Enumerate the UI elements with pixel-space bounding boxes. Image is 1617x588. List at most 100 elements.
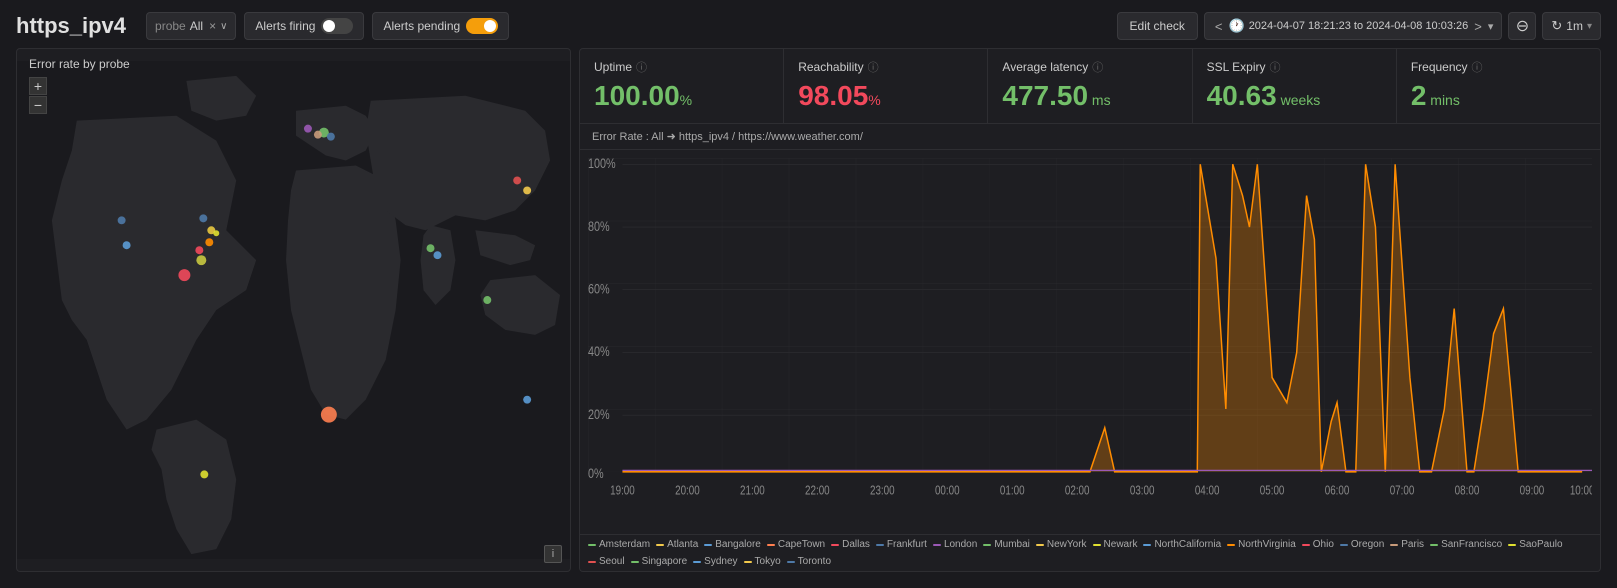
legend-label: NewYork — [1047, 539, 1087, 550]
metrics-row: Uptime ⓘ 100.00% Reachability ⓘ 98.05% A — [579, 48, 1601, 124]
legend-color-dot — [704, 544, 712, 546]
metric-frequency-label: Frequency — [1411, 60, 1468, 74]
toolbar-right: Edit check < 🕐 2024-04-07 18:21:23 to 20… — [1117, 12, 1601, 40]
world-map — [17, 49, 570, 571]
page-title: https_ipv4 — [16, 13, 126, 39]
right-panel: Uptime ⓘ 100.00% Reachability ⓘ 98.05% A — [579, 48, 1601, 572]
legend-label: SanFrancisco — [1441, 539, 1502, 550]
alerts-pending-toggle[interactable] — [466, 18, 498, 34]
svg-text:10:00: 10:00 — [1570, 484, 1592, 497]
chart-title: Error Rate : All ➜ https_ipv4 / https://… — [580, 124, 1600, 150]
refresh-interval: 1m — [1566, 19, 1583, 33]
metric-latency: Average latency ⓘ 477.50 ms — [988, 49, 1192, 123]
legend-item: Frankfurt — [876, 539, 927, 550]
legend-item: Dallas — [831, 539, 870, 550]
metric-latency-header: Average latency ⓘ — [1002, 59, 1177, 75]
legend-item: Oregon — [1340, 539, 1384, 550]
probe-filter-value: All — [190, 19, 203, 33]
legend-item: Bangalore — [704, 539, 761, 550]
metric-uptime-value: 100.00% — [594, 79, 769, 113]
filter-bar: probe All × ∨ Alerts firing Alerts pendi… — [146, 12, 1601, 40]
refresh-button[interactable]: ↻ 1m ▾ — [1542, 12, 1601, 40]
probe-filter-dropdown[interactable]: ∨ — [220, 21, 227, 32]
svg-text:01:00: 01:00 — [1000, 484, 1025, 497]
prev-time-button[interactable]: < — [1213, 19, 1225, 34]
legend-item: Newark — [1093, 539, 1138, 550]
header: https_ipv4 probe All × ∨ Alerts firing A… — [0, 0, 1617, 48]
metric-reachability-unit: % — [868, 92, 880, 108]
time-range-display: 2024-04-07 18:21:23 to 2024-04-08 10:03:… — [1249, 20, 1469, 32]
legend-label: NorthVirginia — [1238, 539, 1296, 550]
svg-text:02:00: 02:00 — [1065, 484, 1090, 497]
legend-item: Paris — [1390, 539, 1424, 550]
metric-ssl-unit: weeks — [1277, 92, 1321, 108]
legend-item: Sydney — [693, 556, 737, 567]
legend-item: Mumbai — [983, 539, 1030, 550]
metric-latency-info-icon[interactable]: ⓘ — [1092, 59, 1103, 75]
metric-reachability: Reachability ⓘ 98.05% — [784, 49, 988, 123]
legend-item: NorthCalifornia — [1143, 539, 1221, 550]
edit-check-button[interactable]: Edit check — [1117, 12, 1198, 40]
svg-text:20:00: 20:00 — [675, 484, 700, 497]
time-navigation: < 🕐 2024-04-07 18:21:23 to 2024-04-08 10… — [1204, 12, 1502, 40]
metric-reachability-header: Reachability ⓘ — [798, 59, 973, 75]
probe-filter-close[interactable]: × — [209, 19, 216, 33]
legend-item: CapeTown — [767, 539, 825, 550]
alerts-firing-label: Alerts firing — [255, 19, 315, 33]
svg-text:05:00: 05:00 — [1260, 484, 1285, 497]
metric-uptime-label: Uptime — [594, 60, 632, 74]
map-title: Error rate by probe — [29, 57, 130, 71]
map-zoom-out-button[interactable]: − — [29, 96, 47, 114]
legend-label: Newark — [1104, 539, 1138, 550]
map-zoom-in-button[interactable]: + — [29, 77, 47, 95]
legend-item: Singapore — [631, 556, 688, 567]
svg-text:03:00: 03:00 — [1130, 484, 1155, 497]
svg-text:08:00: 08:00 — [1455, 484, 1480, 497]
legend-color-dot — [787, 561, 795, 563]
legend-item: Seoul — [588, 556, 625, 567]
alerts-firing-toggle[interactable] — [321, 18, 353, 34]
svg-text:23:00: 23:00 — [870, 484, 895, 497]
metric-uptime-info-icon[interactable]: ⓘ — [636, 59, 647, 75]
legend-color-dot — [1340, 544, 1348, 546]
legend-label: Tokyo — [755, 556, 781, 567]
svg-text:0%: 0% — [588, 465, 604, 481]
legend-item: Ohio — [1302, 539, 1334, 550]
refresh-dropdown-icon: ▾ — [1587, 21, 1592, 32]
metric-frequency-info-icon[interactable]: ⓘ — [1472, 59, 1483, 75]
legend-color-dot — [983, 544, 991, 546]
metric-frequency-header: Frequency ⓘ — [1411, 59, 1586, 75]
zoom-out-icon: ⊖ — [1516, 16, 1529, 36]
legend-item: SaoPaulo — [1508, 539, 1562, 550]
metric-frequency-value: 2 mins — [1411, 79, 1586, 113]
svg-text:40%: 40% — [588, 344, 610, 360]
svg-text:80%: 80% — [588, 218, 610, 234]
metric-frequency-unit: mins — [1426, 92, 1459, 108]
legend-color-dot — [876, 544, 884, 546]
legend-color-dot — [767, 544, 775, 546]
legend-label: Dallas — [842, 539, 870, 550]
next-time-button[interactable]: > — [1472, 19, 1484, 34]
legend-row: Amsterdam Atlanta Bangalore CapeTown Dallas F… — [580, 534, 1600, 571]
metric-latency-label: Average latency — [1002, 60, 1088, 74]
legend-label: Singapore — [642, 556, 688, 567]
probe-filter[interactable]: probe All × ∨ — [146, 12, 236, 40]
legend-color-dot — [1143, 544, 1151, 546]
zoom-out-button[interactable]: ⊖ — [1508, 12, 1536, 40]
svg-text:100%: 100% — [588, 158, 616, 171]
svg-text:06:00: 06:00 — [1325, 484, 1350, 497]
map-info-button[interactable]: i — [544, 545, 562, 563]
legend-color-dot — [933, 544, 941, 546]
legend-item: Amsterdam — [588, 539, 650, 550]
legend-label: London — [944, 539, 977, 550]
legend-color-dot — [1227, 544, 1235, 546]
svg-text:60%: 60% — [588, 281, 610, 297]
svg-text:21:00: 21:00 — [740, 484, 765, 497]
chevron-down-icon[interactable]: ▾ — [1488, 20, 1494, 33]
metric-ssl-info-icon[interactable]: ⓘ — [1270, 59, 1281, 75]
metric-reachability-info-icon[interactable]: ⓘ — [868, 59, 879, 75]
metric-uptime: Uptime ⓘ 100.00% — [580, 49, 784, 123]
legend-label: Atlanta — [667, 539, 698, 550]
probe-filter-label: probe — [155, 19, 186, 33]
legend-color-dot — [656, 544, 664, 546]
